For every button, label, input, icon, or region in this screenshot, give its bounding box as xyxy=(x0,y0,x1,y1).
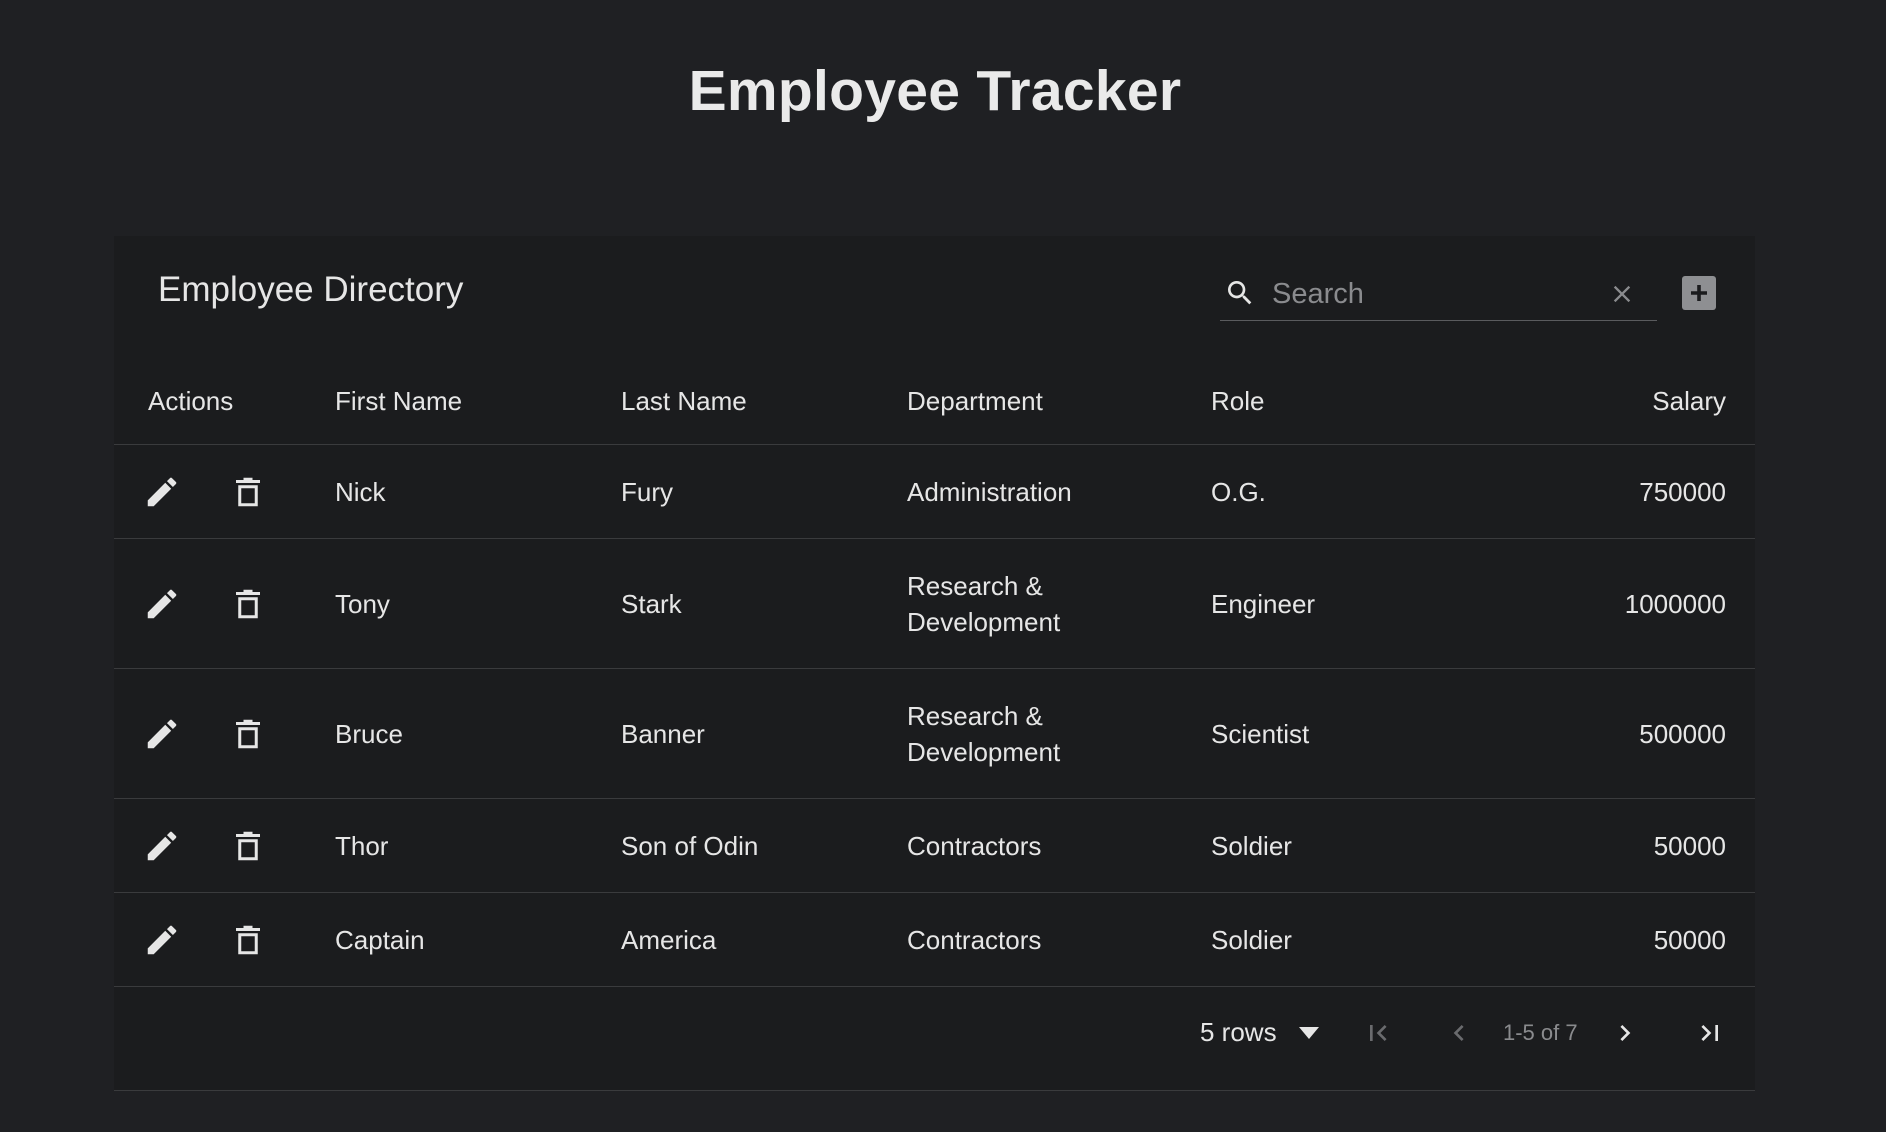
department-text: Research & Development xyxy=(907,700,1061,767)
cell-first-name: Tony xyxy=(335,538,621,669)
delete-button[interactable] xyxy=(228,714,268,754)
first-page-icon xyxy=(1370,1025,1387,1041)
delete-button[interactable] xyxy=(228,826,268,866)
row-actions xyxy=(114,892,335,987)
edit-button[interactable] xyxy=(142,714,182,754)
edit-button[interactable] xyxy=(142,920,182,960)
edit-button[interactable] xyxy=(142,584,182,624)
cell-salary: 500000 xyxy=(1491,668,1755,799)
trash-icon xyxy=(236,477,260,506)
cell-department: Administration xyxy=(907,444,1211,539)
employee-directory-card: Employee Directory Actions First Name La… xyxy=(114,236,1755,1091)
add-employee-button[interactable] xyxy=(1682,276,1716,310)
cell-last-name: America xyxy=(621,892,907,987)
column-header-first-name[interactable]: First Name xyxy=(335,358,621,445)
cell-salary: 1000000 xyxy=(1491,538,1755,669)
cell-salary: 750000 xyxy=(1491,444,1755,539)
caret-down-icon xyxy=(1298,1026,1319,1039)
cell-first-name: Thor xyxy=(335,798,621,893)
table-row: Thor Son of Odin Contractors Soldier 500… xyxy=(114,798,1755,893)
cell-department: Research & Development xyxy=(907,538,1211,669)
cell-department: Contractors xyxy=(907,892,1211,987)
table-row: Captain America Contractors Soldier 5000… xyxy=(114,892,1755,987)
cell-department: Contractors xyxy=(907,798,1211,893)
department-text: Contractors xyxy=(907,924,1042,955)
row-actions xyxy=(114,444,335,539)
department-text: Research & Development xyxy=(907,570,1061,637)
cell-last-name: Stark xyxy=(621,538,907,669)
department-text: Administration xyxy=(907,476,1072,507)
department-text: Contractors xyxy=(907,830,1042,861)
pencil-icon xyxy=(147,589,177,618)
pencil-icon xyxy=(147,831,177,860)
delete-button[interactable] xyxy=(228,920,268,960)
cell-role: Scientist xyxy=(1211,668,1491,799)
pencil-icon xyxy=(147,925,177,954)
table-header-row: Actions First Name Last Name Department … xyxy=(114,358,1755,445)
column-header-department[interactable]: Department xyxy=(907,358,1211,445)
trash-icon xyxy=(236,831,260,860)
add-icon xyxy=(1691,285,1707,301)
cell-role: Engineer xyxy=(1211,538,1491,669)
table-row: Tony Stark Research & Development Engine… xyxy=(114,538,1755,669)
cell-last-name: Son of Odin xyxy=(621,798,907,893)
column-header-role[interactable]: Role xyxy=(1211,358,1491,445)
row-actions xyxy=(114,668,335,799)
edit-button[interactable] xyxy=(142,472,182,512)
previous-page-button[interactable] xyxy=(1439,1013,1479,1053)
next-page-button[interactable] xyxy=(1605,1013,1645,1053)
delete-button[interactable] xyxy=(228,472,268,512)
trash-icon xyxy=(236,719,260,748)
column-header-actions: Actions xyxy=(114,358,335,445)
rows-per-page-select[interactable]: 5 rows xyxy=(1200,1017,1319,1048)
delete-button[interactable] xyxy=(228,584,268,624)
cell-salary: 50000 xyxy=(1491,798,1755,893)
table-row: Nick Fury Administration O.G. 750000 xyxy=(114,444,1755,539)
search-input[interactable] xyxy=(1270,274,1574,314)
edit-button[interactable] xyxy=(142,826,182,866)
pencil-icon xyxy=(147,719,177,748)
search-icon xyxy=(1228,281,1252,305)
rows-per-page-label: 5 rows xyxy=(1200,1017,1277,1047)
cell-first-name: Nick xyxy=(335,444,621,539)
cell-department: Research & Development xyxy=(907,668,1211,799)
cell-first-name: Bruce xyxy=(335,668,621,799)
pagination-range: 1-5 of 7 xyxy=(1503,1020,1578,1045)
cell-role: Soldier xyxy=(1211,892,1491,987)
trash-icon xyxy=(236,925,260,954)
table-row: Bruce Banner Research & Development Scie… xyxy=(114,668,1755,799)
cell-last-name: Fury xyxy=(621,444,907,539)
chevron-right-icon xyxy=(1620,1025,1631,1041)
pencil-icon xyxy=(147,477,177,506)
close-icon[interactable] xyxy=(1608,280,1636,308)
directory-title: Employee Directory xyxy=(158,270,464,309)
chevron-left-icon xyxy=(1453,1025,1464,1041)
cell-last-name: Banner xyxy=(621,668,907,799)
search-field xyxy=(1220,268,1657,321)
pagination-bar: 5 rows 1-5 of 7 xyxy=(114,987,1755,1081)
last-page-button[interactable] xyxy=(1690,1013,1730,1053)
cell-role: O.G. xyxy=(1211,444,1491,539)
page-title: Employee Tracker xyxy=(688,59,1182,123)
row-actions xyxy=(114,538,335,669)
row-actions xyxy=(114,798,335,893)
trash-icon xyxy=(236,589,260,618)
cell-first-name: Captain xyxy=(335,892,621,987)
cell-role: Soldier xyxy=(1211,798,1491,893)
cell-salary: 50000 xyxy=(1491,892,1755,987)
employee-table: Actions First Name Last Name Department … xyxy=(114,358,1755,987)
last-page-icon xyxy=(1701,1025,1718,1041)
first-page-button[interactable] xyxy=(1358,1013,1398,1053)
column-header-salary[interactable]: Salary xyxy=(1491,358,1755,445)
directory-toolbar: Employee Directory xyxy=(114,236,1755,358)
column-header-last-name[interactable]: Last Name xyxy=(621,358,907,445)
